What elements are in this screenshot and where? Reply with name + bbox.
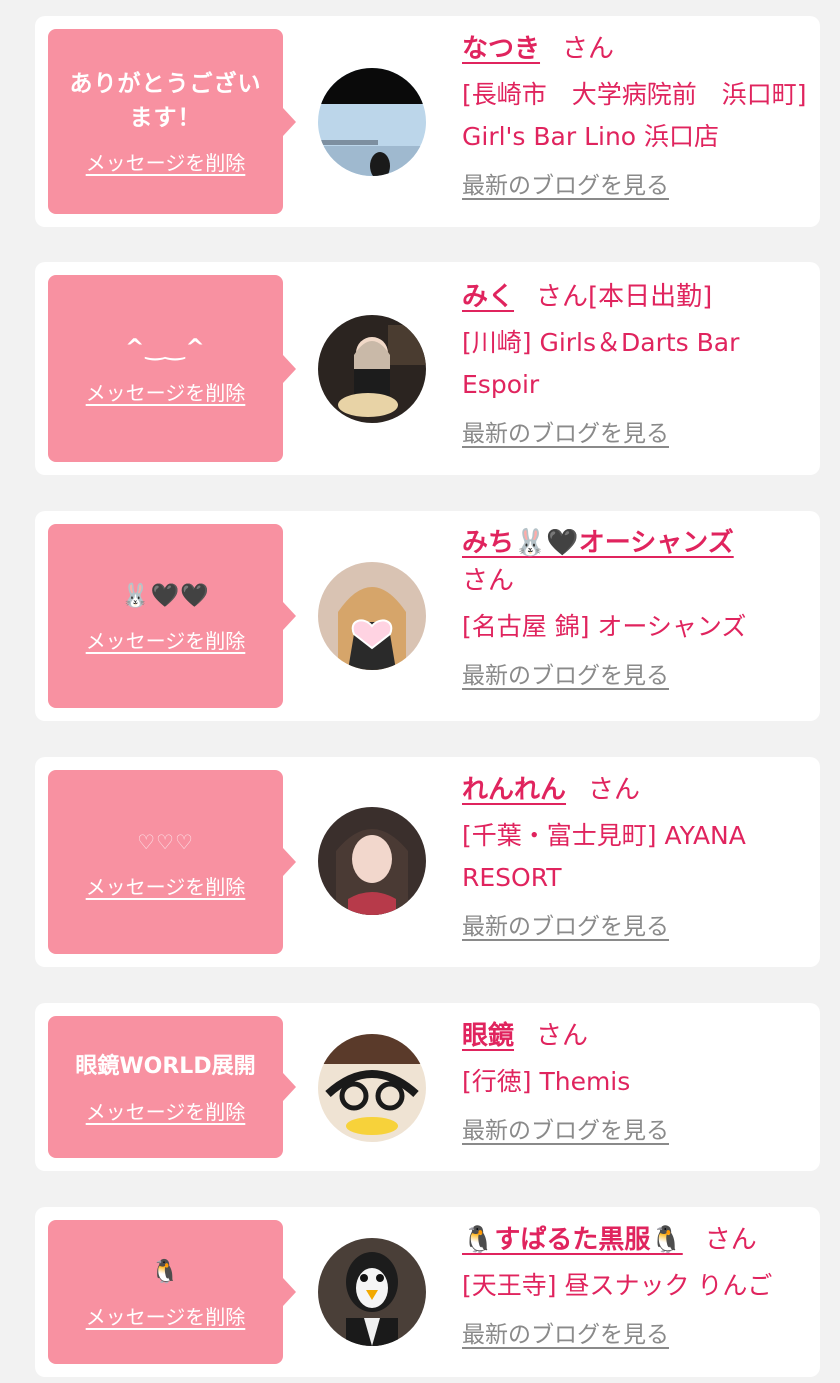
- message-text: 🐰🖤🖤: [121, 582, 210, 609]
- message-list: ありがとうございます！ メッセージを削除 なつき さん [長崎市 大学病院前 浜口…: [0, 0, 840, 1383]
- latest-blog-link[interactable]: 最新のブログを見る: [462, 1315, 669, 1349]
- delete-message-link[interactable]: メッセージを削除: [86, 871, 246, 900]
- glasses-photo-icon: [318, 1034, 426, 1142]
- message-bubble: 🐧 メッセージを削除: [48, 1220, 296, 1364]
- cast-name-link[interactable]: 🐧すぱるた黒服🐧: [462, 1225, 683, 1255]
- message-card: ♡♡♡ メッセージを削除 れんれん さん [千葉・富士見町] AYANA RESO…: [35, 757, 820, 967]
- latest-blog-link[interactable]: 最新のブログを見る: [462, 166, 669, 200]
- cast-name-link[interactable]: みく: [462, 282, 514, 312]
- message-text: ありがとうございます！: [69, 71, 262, 131]
- card-info: 眼鏡 さん [行徳] Themis 最新のブログを見る: [462, 1017, 812, 1145]
- honorific: さん: [536, 1021, 589, 1051]
- honorific: さん: [588, 775, 641, 805]
- shop-info: [天王寺] 昼スナック りんご: [462, 1271, 773, 1300]
- message-card: ^‿‿^ メッセージを削除 みく さん[本日出勤] [川崎] Girls＆Dart…: [35, 262, 820, 475]
- girl-cake-photo-icon: [318, 315, 426, 423]
- shop-info: [川崎] Girls＆Darts Bar Espoir: [462, 328, 740, 399]
- delete-message-link[interactable]: メッセージを削除: [86, 377, 246, 406]
- avatar[interactable]: [318, 562, 426, 670]
- message-bubble: ありがとうございます！ メッセージを削除: [48, 29, 296, 214]
- message-bubble: 眼鏡WORLD展開 メッセージを削除: [48, 1016, 296, 1158]
- sea-photo-icon: [318, 68, 426, 176]
- shop-info: [長崎市 大学病院前 浜口町] Girl's Bar Lino 浜口店: [462, 80, 807, 151]
- card-info: なつき さん [長崎市 大学病院前 浜口町] Girl's Bar Lino 浜口…: [462, 30, 812, 200]
- card-info: 🐧すぱるた黒服🐧 さん [天王寺] 昼スナック りんご 最新のブログを見る: [462, 1221, 812, 1349]
- message-text: ♡♡♡: [137, 829, 194, 854]
- message-bubble: ^‿‿^ メッセージを削除: [48, 275, 296, 462]
- honorific: さん: [704, 1225, 757, 1255]
- delete-message-link[interactable]: メッセージを削除: [86, 1096, 246, 1125]
- honorific: さん: [462, 566, 515, 596]
- avatar[interactable]: [318, 1238, 426, 1346]
- honorific: さん: [562, 34, 615, 64]
- honorific: さん: [536, 282, 589, 312]
- message-bubble: ♡♡♡ メッセージを削除: [48, 770, 296, 954]
- girl-portrait-photo-icon: [318, 807, 426, 915]
- cast-name-link[interactable]: みち🐰🖤オーシャンズ: [462, 528, 734, 558]
- cast-name-link[interactable]: れんれん: [462, 775, 566, 805]
- message-card: 🐧 メッセージを削除 🐧すぱるた黒服🐧 さん [天王寺] 昼スナック りんご 最新…: [35, 1207, 820, 1377]
- delete-message-link[interactable]: メッセージを削除: [86, 147, 246, 176]
- latest-blog-link[interactable]: 最新のブログを見る: [462, 907, 669, 941]
- avatar[interactable]: [318, 315, 426, 423]
- card-info: みく さん[本日出勤] [川崎] Girls＆Darts Bar Espoir 最…: [462, 278, 812, 448]
- heart-sticker-photo-icon: [318, 562, 426, 670]
- shop-info: [名古屋 錦] オーシャンズ: [462, 612, 747, 641]
- latest-blog-link[interactable]: 最新のブログを見る: [462, 1111, 669, 1145]
- message-card: ありがとうございます！ メッセージを削除 なつき さん [長崎市 大学病院前 浜口…: [35, 16, 820, 227]
- latest-blog-link[interactable]: 最新のブログを見る: [462, 414, 669, 448]
- message-bubble: 🐰🖤🖤 メッセージを削除: [48, 524, 296, 708]
- avatar[interactable]: [318, 807, 426, 915]
- message-text: 眼鏡WORLD展開: [75, 1053, 256, 1079]
- message-text: 🐧: [150, 1258, 181, 1285]
- attendance-tag: [本日出勤]: [588, 282, 713, 312]
- avatar[interactable]: [318, 1034, 426, 1142]
- penguin-mask-photo-icon: [318, 1238, 426, 1346]
- delete-message-link[interactable]: メッセージを削除: [86, 1301, 246, 1330]
- message-card: 🐰🖤🖤 メッセージを削除 みち🐰🖤オーシャンズ さん [名古屋 錦] オーシャンズ…: [35, 511, 820, 721]
- latest-blog-link[interactable]: 最新のブログを見る: [462, 656, 669, 690]
- card-info: れんれん さん [千葉・富士見町] AYANA RESORT 最新のブログを見る: [462, 771, 812, 941]
- message-text: ^‿‿^: [125, 335, 206, 361]
- shop-info: [千葉・富士見町] AYANA RESORT: [462, 821, 746, 892]
- message-card: 眼鏡WORLD展開 メッセージを削除 眼鏡 さん [行徳] Themis 最新のブ…: [35, 1003, 820, 1171]
- shop-info: [行徳] Themis: [462, 1067, 631, 1096]
- delete-message-link[interactable]: メッセージを削除: [86, 625, 246, 654]
- cast-name-link[interactable]: なつき: [462, 34, 540, 64]
- avatar[interactable]: [318, 68, 426, 176]
- cast-name-link[interactable]: 眼鏡: [462, 1021, 514, 1051]
- card-info: みち🐰🖤オーシャンズ さん [名古屋 錦] オーシャンズ 最新のブログを見る: [462, 524, 812, 690]
